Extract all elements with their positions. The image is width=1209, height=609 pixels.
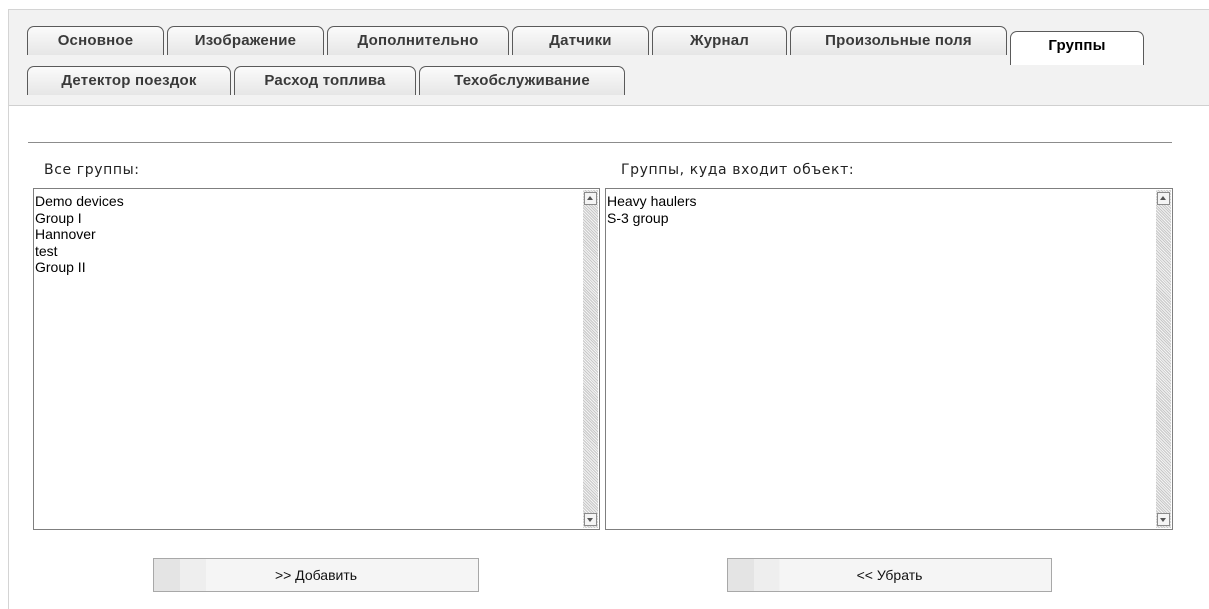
scrollbar[interactable]	[1156, 190, 1171, 528]
scroll-up-arrow-icon[interactable]	[1157, 192, 1170, 205]
list-item[interactable]: Heavy haulers	[606, 193, 697, 210]
tab-proizvolnye-polya[interactable]: Произольные поля	[790, 26, 1007, 55]
tab-tekhobsluzhivanie[interactable]: Техобслуживание	[419, 66, 625, 95]
tab-bar: Основное Изображение Дополнительно Датчи…	[9, 10, 1209, 106]
tab-zhurnal[interactable]: Журнал	[652, 26, 787, 55]
list-item[interactable]: Hannover	[34, 226, 124, 243]
all-groups-items: Demo devices Group I Hannover test Group…	[34, 193, 124, 276]
tab-osnovnoe[interactable]: Основное	[27, 26, 164, 55]
tab-raskhod-topliva[interactable]: Расход топлива	[234, 66, 416, 95]
list-item[interactable]: Group II	[34, 259, 124, 276]
tab-izobrazhenie[interactable]: Изображение	[167, 26, 324, 55]
all-groups-listbox[interactable]: Demo devices Group I Hannover test Group…	[33, 188, 600, 530]
section-divider	[28, 142, 1172, 143]
member-groups-listbox[interactable]: Heavy haulers S-3 group	[605, 188, 1173, 530]
list-item[interactable]: Demo devices	[34, 193, 124, 210]
tab-gruppy[interactable]: Группы	[1010, 31, 1144, 65]
tab-dopolnitelno[interactable]: Дополнительно	[327, 26, 509, 55]
all-groups-label: Все группы:	[44, 162, 140, 178]
remove-button[interactable]: << Убрать	[727, 558, 1052, 592]
add-button[interactable]: >> Добавить	[153, 558, 479, 592]
tab-datchiki[interactable]: Датчики	[512, 26, 649, 55]
scrollbar[interactable]	[583, 190, 598, 528]
list-item[interactable]: test	[34, 243, 124, 260]
scroll-down-arrow-icon[interactable]	[1157, 513, 1170, 526]
tab-detektor-poezdok[interactable]: Детектор поездок	[27, 66, 231, 95]
scroll-down-arrow-icon[interactable]	[584, 513, 597, 526]
list-item[interactable]: S-3 group	[606, 210, 697, 227]
list-item[interactable]: Group I	[34, 210, 124, 227]
member-groups-label: Группы, куда входит объект:	[621, 162, 855, 178]
scroll-up-arrow-icon[interactable]	[584, 192, 597, 205]
member-groups-items: Heavy haulers S-3 group	[606, 193, 697, 226]
